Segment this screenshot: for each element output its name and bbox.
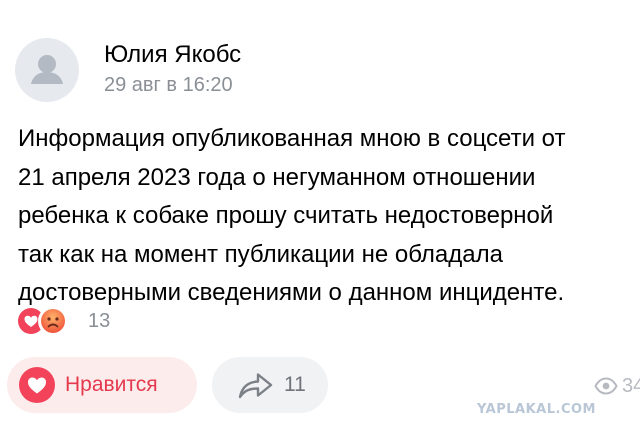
user-placeholder-icon	[31, 55, 63, 84]
top-strip	[0, 0, 640, 12]
reactions-count: 13	[88, 310, 111, 332]
share-button[interactable]: 11	[212, 357, 328, 413]
post-text: Информация опубликованная мною в соцсети…	[18, 120, 633, 313]
post-text-line: 21 апреля 2023 года о негуманном отношен…	[18, 163, 536, 191]
post-text-line: Информация опубликованная мною в соцсети…	[18, 125, 566, 152]
post-text-line: ребенка к собаке прошу считать недостове…	[18, 202, 554, 229]
share-arrow-icon	[236, 369, 276, 401]
views-count: 34	[622, 375, 640, 397]
post-text-line: достоверными сведениями о данном инциден…	[18, 279, 565, 306]
eye-icon	[594, 377, 618, 395]
share-count: 11	[284, 373, 306, 396]
post-timestamp[interactable]: 29 авг в 16:20	[104, 72, 233, 98]
watermark: YAPLAKAL.COM	[477, 402, 596, 417]
heart-icon	[19, 367, 55, 403]
avatar[interactable]	[15, 38, 79, 102]
post-text-line: так как на момент публикации не обладала	[18, 240, 503, 268]
like-label: Нравится	[65, 373, 158, 396]
author-name[interactable]: Юлия Якобс	[104, 40, 241, 70]
sad-face-icon	[40, 308, 66, 334]
like-button[interactable]: Нравится	[7, 357, 197, 413]
